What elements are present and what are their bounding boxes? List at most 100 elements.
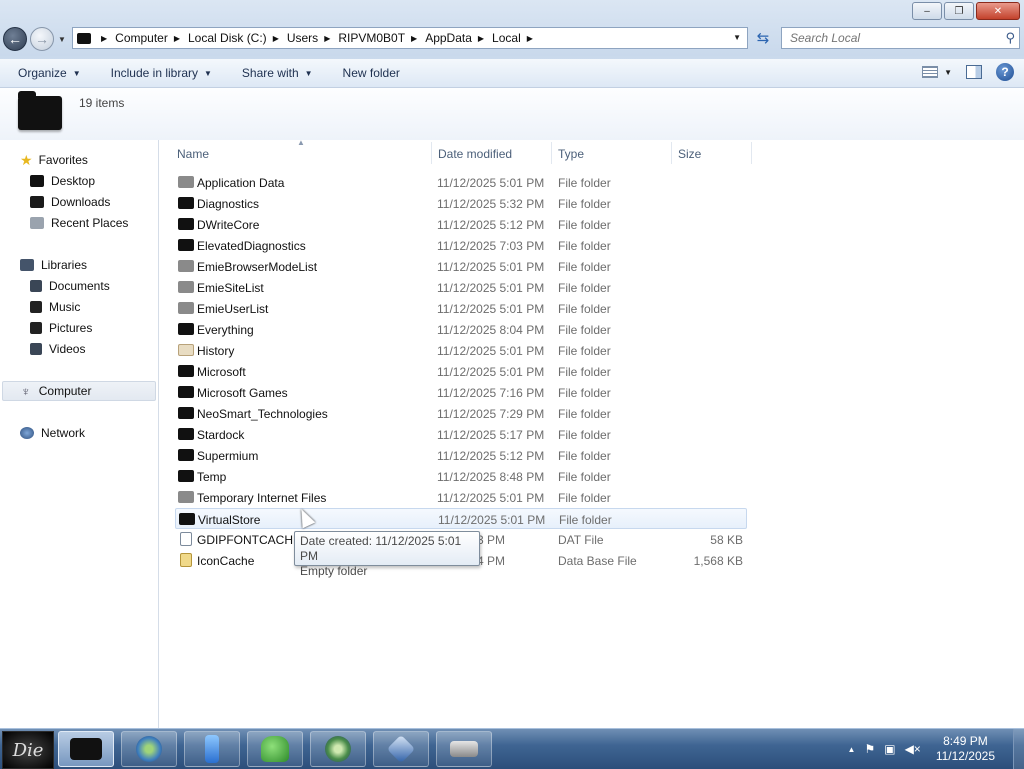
file-size: 58 KB — [710, 533, 743, 547]
sidebar-item-label: Network — [41, 426, 86, 440]
minimize-button[interactable]: – — [912, 2, 942, 20]
network-status-icon[interactable]: ▣ — [884, 742, 895, 756]
action-center-icon[interactable]: ⚑ — [864, 742, 875, 756]
sidebar-item-favorites[interactable]: ★ Favorites — [20, 150, 88, 170]
show-desktop-button[interactable] — [1013, 729, 1024, 769]
file-size: 1,568 KB — [693, 554, 743, 568]
sidebar-item-network[interactable]: Network — [20, 423, 85, 443]
column-divider[interactable] — [431, 142, 432, 164]
table-row[interactable]: DWriteCore 11/12/2025 5:12 PM File folder — [175, 214, 747, 235]
sidebar-item-videos[interactable]: Videos — [30, 339, 85, 359]
breadcrumb-user[interactable]: RIPVM0B0T — [338, 31, 405, 45]
sidebar-item-desktop[interactable]: Desktop — [30, 171, 95, 191]
folder-icon — [178, 344, 194, 356]
close-button[interactable]: ✕ — [976, 2, 1020, 20]
search-box[interactable]: ⚲ — [781, 27, 1020, 49]
taskbar-virtualbox-button[interactable] — [373, 731, 429, 767]
file-type: File folder — [558, 176, 611, 190]
browser-icon — [325, 736, 351, 762]
taskbar-messenger-button[interactable] — [247, 731, 303, 767]
chevron-right-icon[interactable]: ▶ — [101, 34, 107, 43]
taskbar-app-button[interactable] — [184, 731, 240, 767]
breadcrumb-users[interactable]: Users — [287, 31, 318, 45]
recent-pages-dropdown-icon[interactable]: ▼ — [58, 35, 66, 44]
table-row[interactable]: EmieBrowserModeList 11/12/2025 5:01 PM Fil… — [175, 256, 747, 277]
taskbar-browser2-button[interactable] — [310, 731, 366, 767]
table-row[interactable]: Microsoft 11/12/2025 5:01 PM File folder — [175, 361, 747, 382]
table-row[interactable]: ElevatedDiagnostics 11/12/2025 7:03 PM Fil… — [175, 235, 747, 256]
column-divider[interactable] — [671, 142, 672, 164]
chevron-right-icon[interactable]: ▶ — [411, 34, 417, 43]
sidebar-item-documents[interactable]: Documents — [30, 276, 110, 296]
include-in-library-button[interactable]: Include in library ▼ — [111, 66, 212, 80]
chevron-right-icon[interactable]: ▶ — [478, 34, 484, 43]
table-row[interactable]: Supermium 11/12/2025 5:12 PM File folder — [175, 445, 747, 466]
organize-button[interactable]: Organize ▼ — [18, 66, 81, 80]
refresh-icon[interactable]: ⇆ — [752, 29, 774, 49]
sidebar-item-music[interactable]: Music — [30, 297, 80, 317]
system-tray: ▲ ⚑ ▣ ◀× 8:49 PM 11/12/2025 — [848, 729, 1024, 769]
sidebar-item-label: Documents — [49, 279, 110, 293]
table-row[interactable]: Everything 11/12/2025 8:04 PM File folder — [175, 319, 747, 340]
column-header-size[interactable]: Size — [678, 147, 701, 161]
show-hidden-icons-button[interactable]: ▲ — [848, 745, 856, 754]
chevron-right-icon[interactable]: ▶ — [527, 34, 533, 43]
file-type: File folder — [558, 407, 611, 421]
taskbar-explorer-button[interactable] — [58, 731, 114, 767]
column-header-name[interactable]: Name — [177, 147, 209, 161]
file-type: File folder — [558, 218, 611, 232]
chevron-right-icon[interactable]: ▶ — [273, 34, 279, 43]
file-name: Stardock — [197, 428, 245, 442]
forward-button[interactable]: → — [30, 27, 54, 51]
clock[interactable]: 8:49 PM 11/12/2025 — [936, 734, 995, 764]
table-row[interactable]: NeoSmart_Technologies 11/12/2025 7:29 PM F… — [175, 403, 747, 424]
chevron-right-icon[interactable]: ▶ — [324, 34, 330, 43]
sidebar-item-pictures[interactable]: Pictures — [30, 318, 92, 338]
maximize-button[interactable]: ❐ — [944, 2, 974, 20]
table-row[interactable]: Temp 11/12/2025 8:48 PM File folder — [175, 466, 747, 487]
table-row[interactable]: Stardock 11/12/2025 5:17 PM File folder — [175, 424, 747, 445]
start-button[interactable]: Die — [2, 731, 54, 769]
sidebar-item-downloads[interactable]: Downloads — [30, 192, 110, 212]
file-type: File folder — [558, 344, 611, 358]
table-row[interactable]: EmieUserList 11/12/2025 5:01 PM File folde… — [175, 298, 747, 319]
file-type: File folder — [558, 239, 611, 253]
taskbar-disk-button[interactable] — [436, 731, 492, 767]
share-with-label: Share with — [241, 66, 299, 80]
search-input[interactable] — [788, 30, 1002, 46]
table-row[interactable]: EmieSiteList 11/12/2025 5:01 PM File folde… — [175, 277, 747, 298]
search-icon[interactable]: ⚲ — [1005, 30, 1015, 46]
sidebar-item-computer[interactable]: ♆ Computer — [2, 381, 156, 401]
taskbar-browser-button[interactable] — [121, 731, 177, 767]
column-divider[interactable] — [551, 142, 552, 164]
help-icon[interactable]: ? — [996, 63, 1014, 81]
table-row[interactable]: VirtualStore 11/12/2025 5:01 PM File folde… — [175, 508, 747, 529]
share-with-button[interactable]: Share with ▼ — [242, 66, 313, 80]
sidebar-item-label: Videos — [49, 342, 86, 356]
table-row[interactable]: Temporary Internet Files 11/12/2025 5:01 … — [175, 487, 747, 508]
file-type: File folder — [558, 323, 611, 337]
column-divider[interactable] — [751, 142, 752, 164]
new-folder-button[interactable]: New folder — [343, 66, 400, 80]
breadcrumb-appdata[interactable]: AppData — [425, 31, 472, 45]
column-header-date[interactable]: Date modified — [438, 147, 512, 161]
address-bar[interactable]: ▶ Computer ▶ Local Disk (C:) ▶ Users ▶ R… — [72, 27, 748, 49]
chevron-right-icon[interactable]: ▶ — [174, 34, 180, 43]
preview-pane-icon[interactable] — [966, 65, 982, 79]
table-row[interactable]: Diagnostics 11/12/2025 5:32 PM File folder — [175, 193, 747, 214]
breadcrumb-local-disk[interactable]: Local Disk (C:) — [188, 31, 267, 45]
breadcrumb-computer[interactable]: Computer — [115, 31, 168, 45]
breadcrumb-local[interactable]: Local — [492, 31, 521, 45]
tooltip-description: Empty folder — [300, 564, 368, 578]
sidebar-item-libraries[interactable]: Libraries — [20, 255, 87, 275]
address-dropdown-icon[interactable]: ▼ — [733, 33, 741, 42]
volume-muted-icon[interactable]: ◀× — [905, 742, 921, 756]
browser-icon — [136, 736, 162, 762]
table-row[interactable]: Application Data 11/12/2025 5:01 PM File f… — [175, 172, 747, 193]
column-header-type[interactable]: Type — [558, 147, 584, 161]
sidebar-item-recent-places[interactable]: Recent Places — [30, 213, 128, 233]
back-button[interactable]: ← — [3, 27, 27, 51]
change-view-button[interactable]: ▼ — [922, 66, 952, 78]
table-row[interactable]: History 11/12/2025 5:01 PM File folder — [175, 340, 747, 361]
table-row[interactable]: Microsoft Games 11/12/2025 7:16 PM File fo… — [175, 382, 747, 403]
